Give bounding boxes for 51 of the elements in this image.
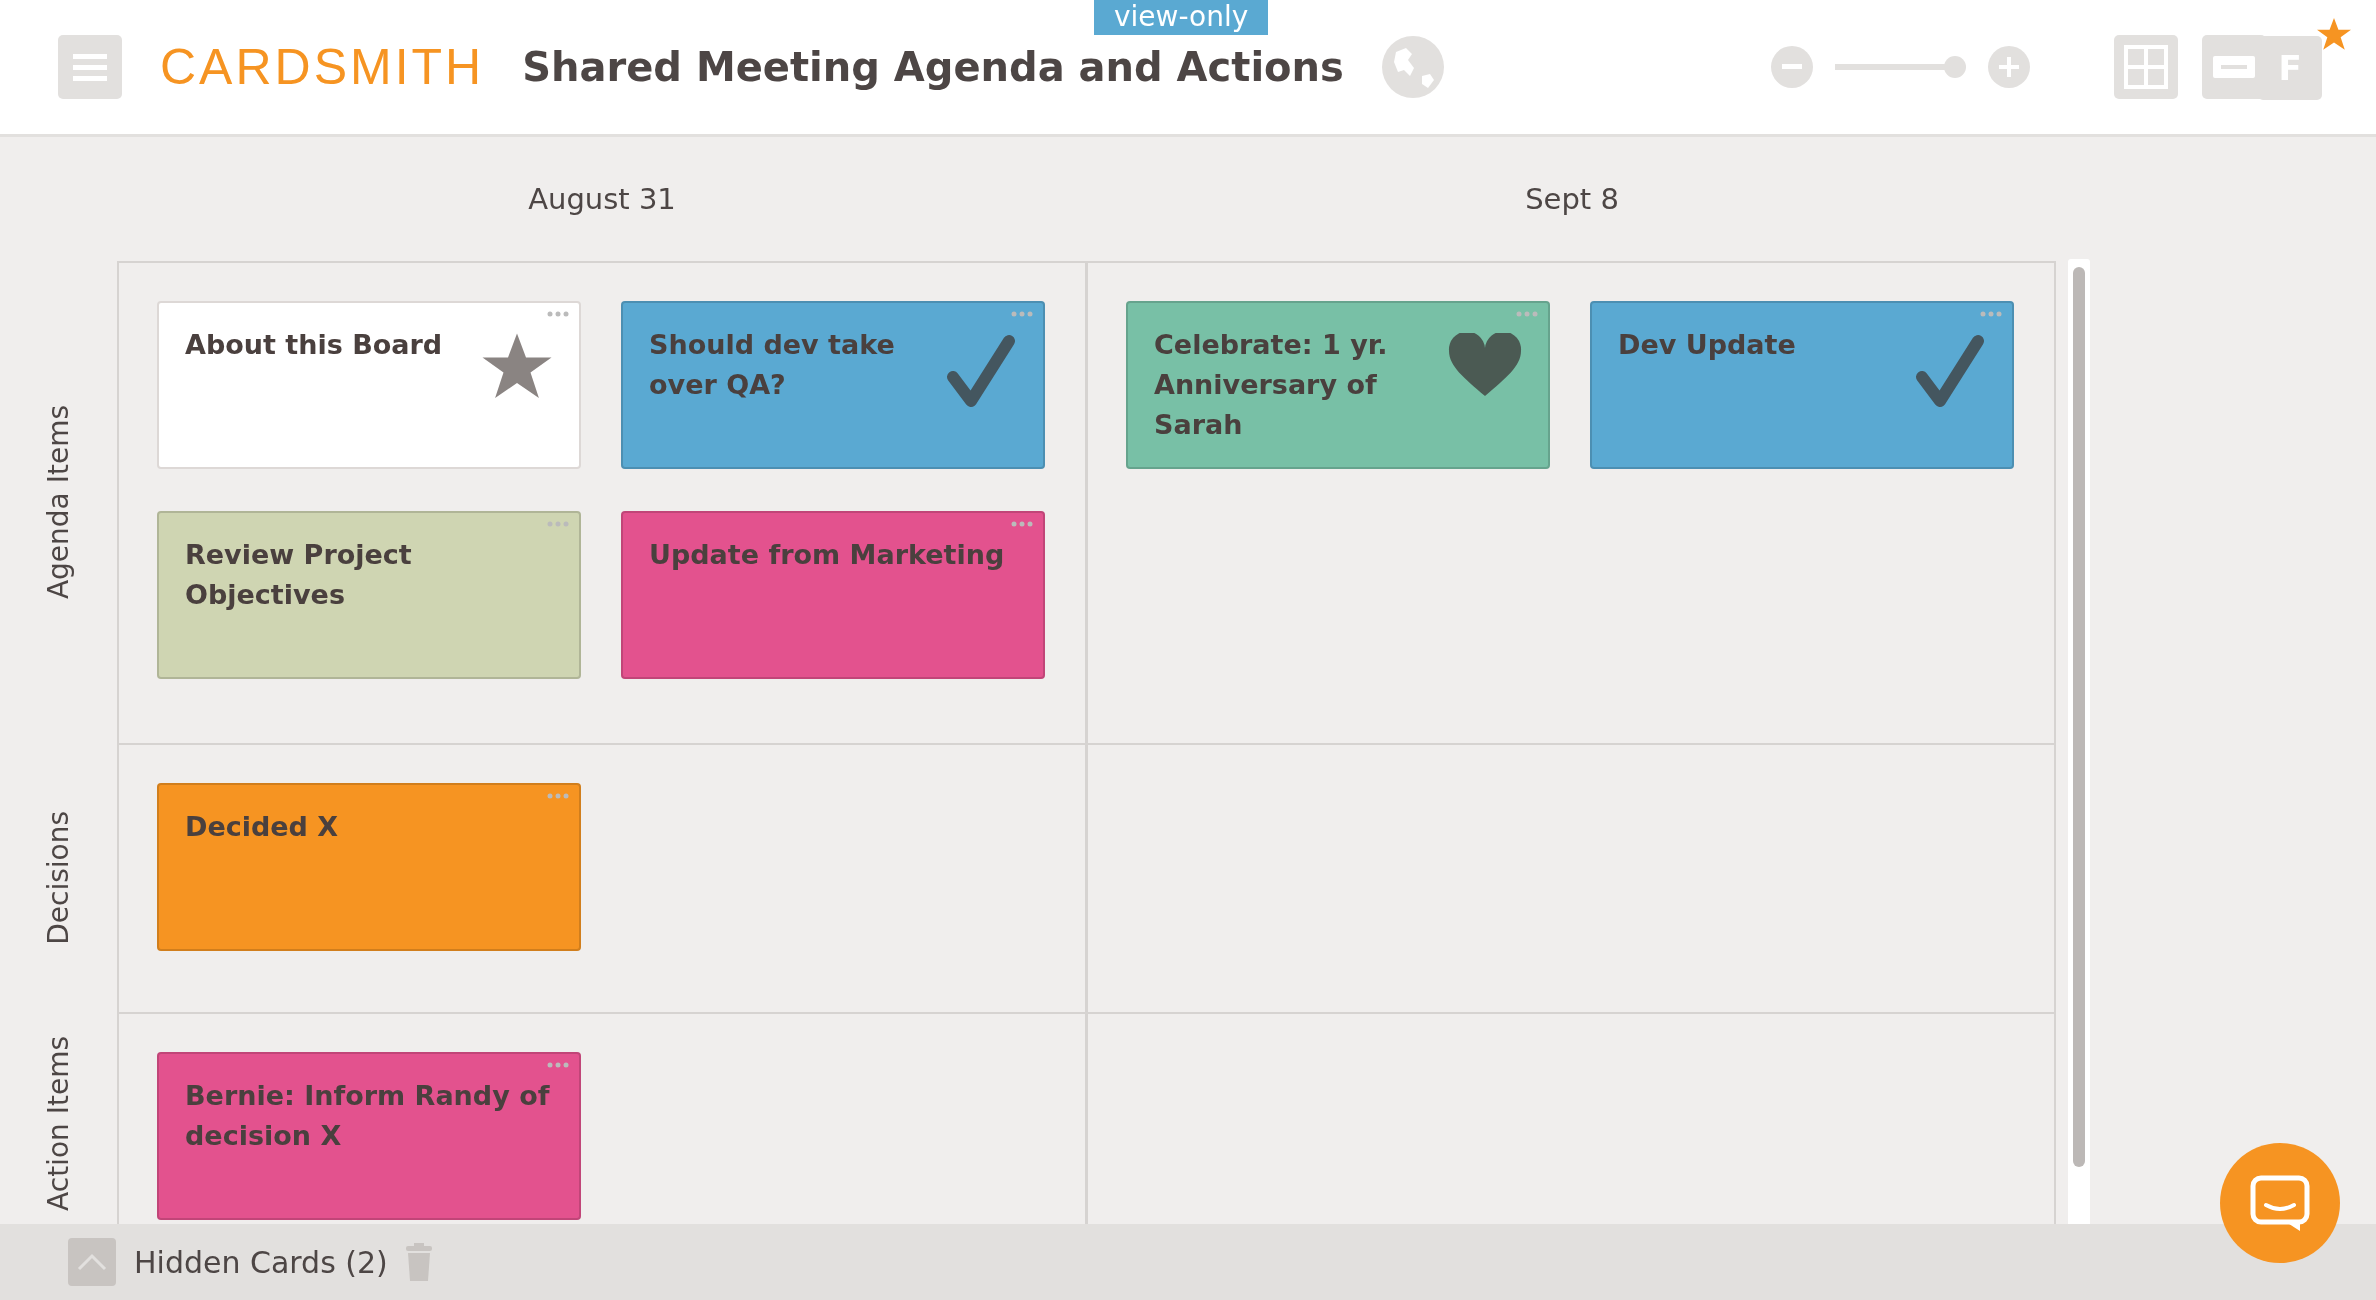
- grid-icon: [2124, 45, 2168, 89]
- card[interactable]: Celebrate: 1 yr. Anniversary of Sarah: [1126, 301, 1550, 469]
- zoom-in-button[interactable]: [1988, 46, 2030, 88]
- card-title: About this Board: [185, 328, 444, 362]
- chevron-up-icon: [77, 1253, 107, 1271]
- card-title: Dev Update: [1618, 328, 1797, 362]
- card[interactable]: Decided X: [157, 783, 581, 951]
- view-only-badge: view-only: [1094, 0, 1269, 35]
- more-icon[interactable]: [547, 1062, 569, 1068]
- lane-label: Agenda Items: [42, 404, 75, 600]
- more-icon[interactable]: [547, 311, 569, 317]
- more-icon[interactable]: [547, 793, 569, 799]
- more-icon[interactable]: [1516, 311, 1538, 317]
- globe-icon[interactable]: [1381, 36, 1444, 98]
- card[interactable]: Should dev take over QA?: [621, 301, 1045, 469]
- column-header: Sept 8: [1524, 182, 1620, 216]
- scrollbar[interactable]: [2068, 259, 2090, 1224]
- chat-icon: [2250, 1175, 2310, 1231]
- card-title: Decided X: [185, 810, 340, 844]
- board-title: Shared Meeting Agenda and Actions: [522, 44, 1344, 90]
- slider-thumb[interactable]: [1944, 56, 1966, 78]
- more-icon[interactable]: [1980, 311, 2002, 317]
- zoom-out-button[interactable]: [1771, 46, 1813, 88]
- hidden-cards-label: Hidden Cards (2): [134, 1244, 388, 1280]
- menu-button[interactable]: [58, 35, 122, 99]
- card[interactable]: About this Board: [157, 301, 581, 469]
- trash-icon[interactable]: [405, 1243, 432, 1281]
- more-icon[interactable]: [547, 521, 569, 527]
- grid-view-button[interactable]: [2114, 35, 2178, 99]
- lane-label: Decisions: [42, 810, 75, 945]
- card[interactable]: Bernie: Inform Randy of decision X: [157, 1052, 581, 1220]
- card-title: Review Project Objectives: [185, 538, 413, 612]
- column-header: August 31: [527, 182, 677, 216]
- menu-icon: [73, 52, 107, 82]
- logo: CARDSMITH: [160, 38, 485, 96]
- card[interactable]: Update from Marketing: [621, 511, 1045, 679]
- card-title: Bernie: Inform Randy of decision X: [185, 1079, 551, 1153]
- plus-icon: [1999, 57, 2019, 77]
- card-title: Should dev take over QA?: [649, 328, 896, 402]
- card-title: Update from Marketing: [649, 538, 1006, 572]
- star-icon: [2316, 18, 2352, 52]
- more-icon[interactable]: [1011, 521, 1033, 527]
- lane-label: Action Items: [42, 1036, 75, 1211]
- expand-button[interactable]: [68, 1238, 116, 1286]
- heart-icon: [1448, 333, 1522, 399]
- card[interactable]: Dev Update: [1590, 301, 2014, 469]
- card-title: Celebrate: 1 yr. Anniversary of Sarah: [1154, 328, 1389, 442]
- more-icon[interactable]: [1011, 311, 1033, 317]
- minus-box-icon: [2213, 56, 2255, 78]
- minus-icon: [1782, 64, 1802, 70]
- card[interactable]: Review Project Objectives: [157, 511, 581, 679]
